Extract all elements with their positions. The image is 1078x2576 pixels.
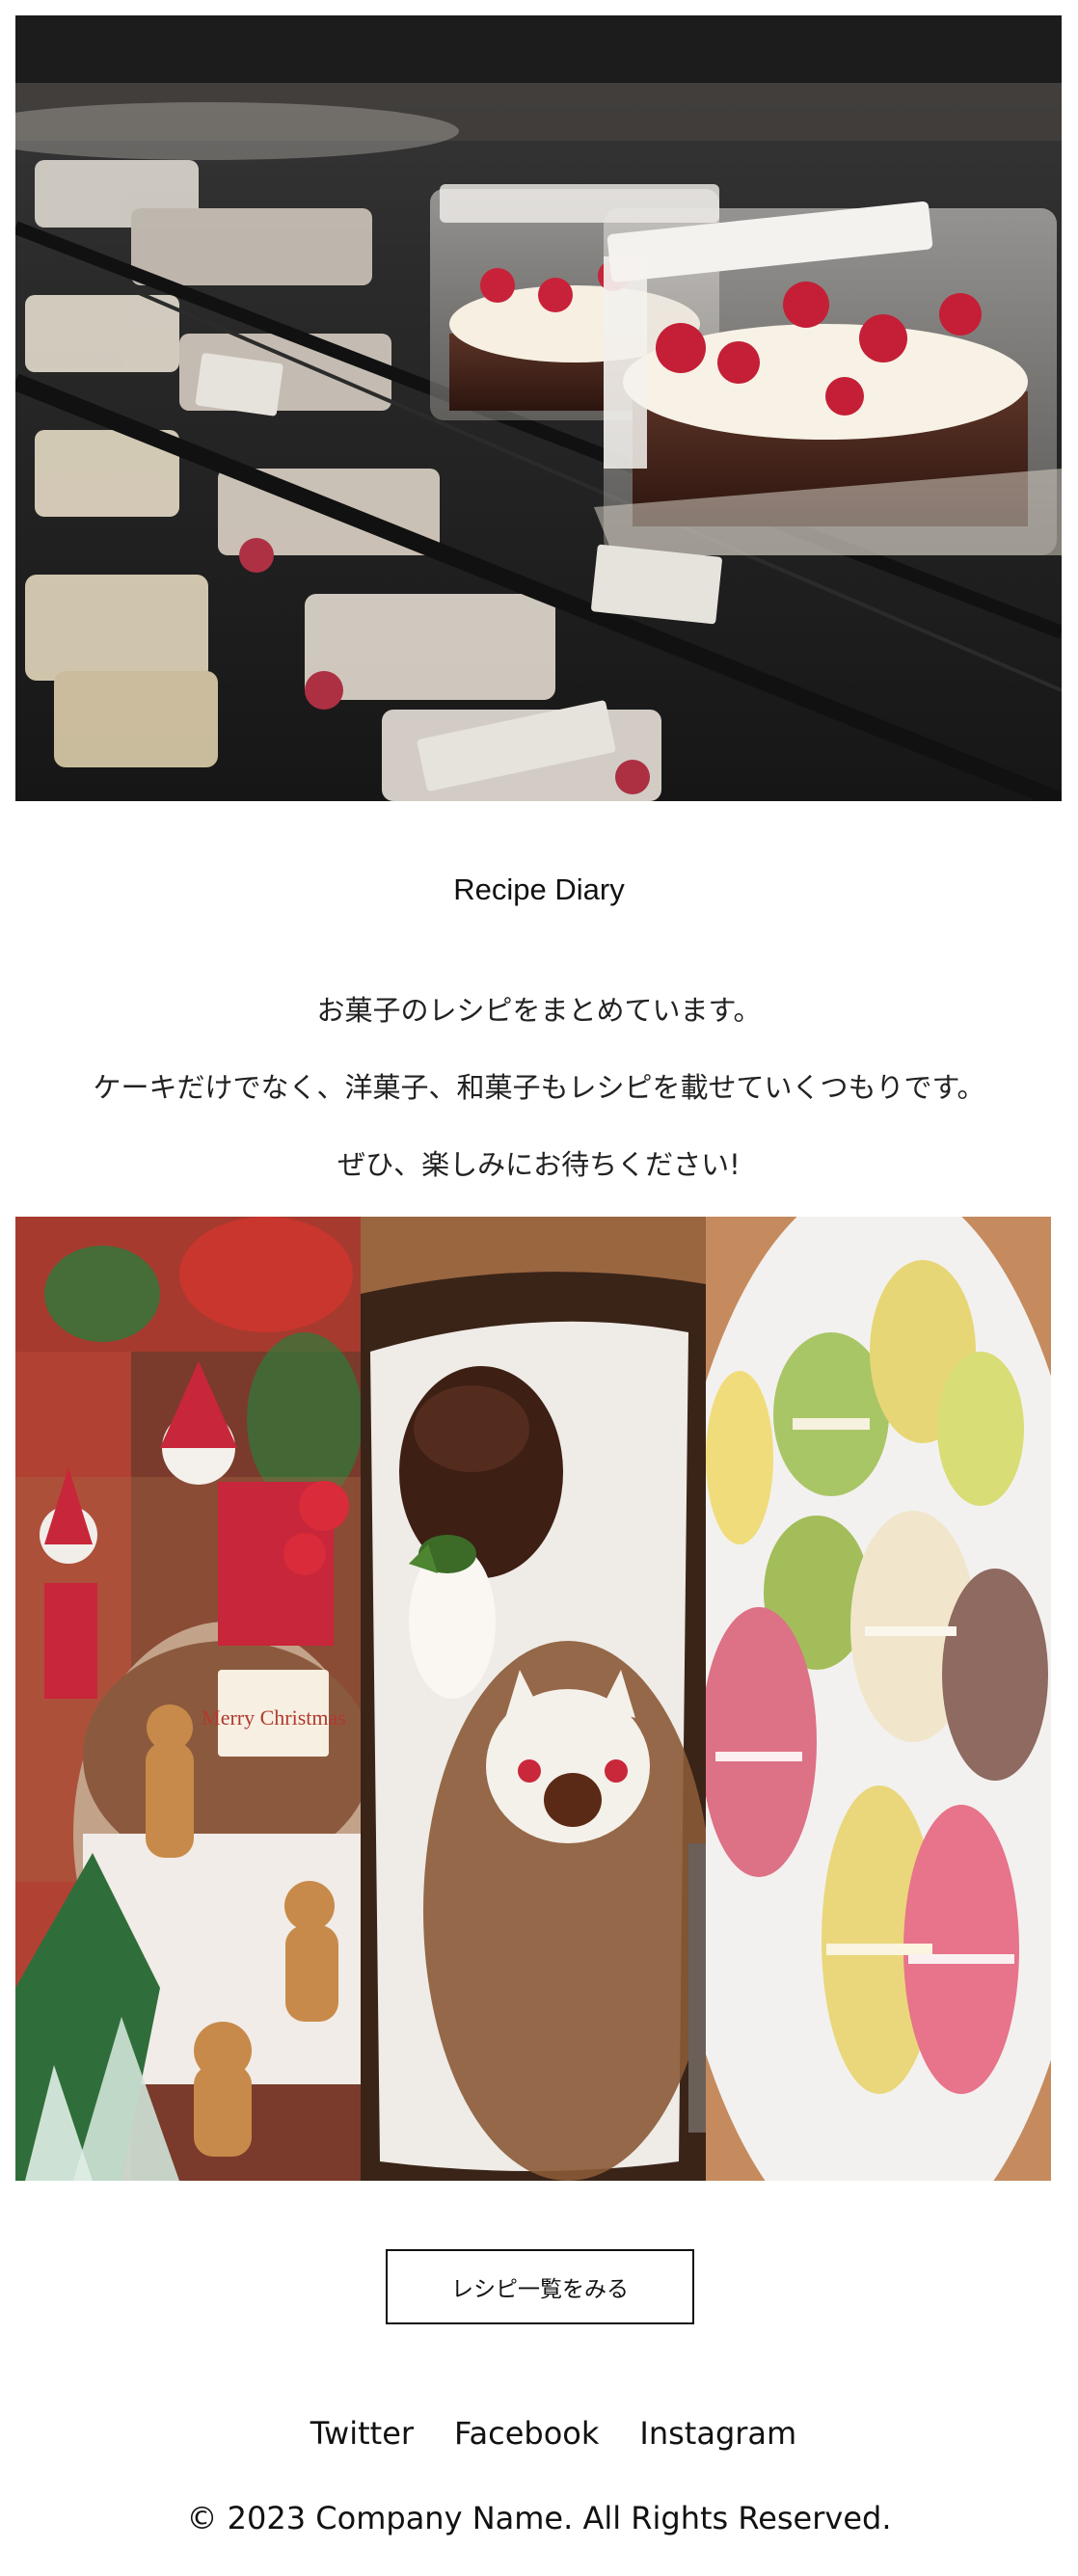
view-recipes-button[interactable]: レシピ一覧をみる xyxy=(386,2249,694,2324)
facebook-link[interactable]: Facebook xyxy=(454,2415,599,2452)
instagram-link[interactable]: Instagram xyxy=(639,2415,796,2452)
intro-line: お菓子のレシピをまとめています。 xyxy=(316,994,762,1027)
intro-line: ぜひ、楽しみにお待ちください! xyxy=(337,1148,741,1181)
intro-line: ケーキだけでなく、洋菓子、和菓子もレシピを載せていくつもりです。 xyxy=(93,1071,985,1104)
christmas-cake-photo: Merry Christmas xyxy=(15,1217,361,2181)
chocolate-fondant-photo xyxy=(361,1217,706,2181)
copyright-notice: © 2023 Company Name. All Rights Reserved… xyxy=(186,2500,892,2536)
hero-image xyxy=(15,15,1062,801)
macarons-photo xyxy=(706,1217,1051,2181)
merry-christmas-plaque: Merry Christmas xyxy=(202,1705,346,1730)
intro-text: お菓子のレシピをまとめています。 ケーキだけでなく、洋菓子、和菓子もレシピを載せ… xyxy=(0,983,1078,1215)
photo-gallery: Merry Christmas xyxy=(15,1217,1053,2181)
social-links: Twitter Facebook Instagram xyxy=(0,2415,1078,2452)
site-title: Recipe Diary xyxy=(453,872,625,906)
twitter-link[interactable]: Twitter xyxy=(310,2415,414,2452)
